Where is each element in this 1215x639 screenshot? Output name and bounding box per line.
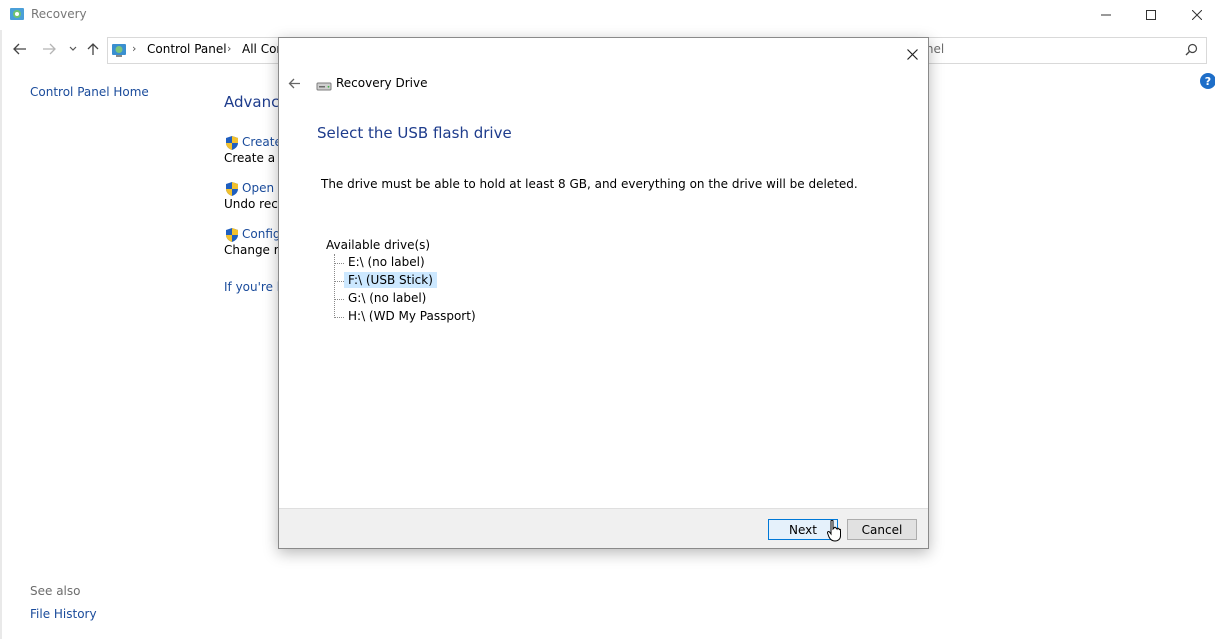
dialog-close-button[interactable] <box>900 42 924 66</box>
minimize-button[interactable] <box>1083 0 1129 30</box>
maximize-button[interactable] <box>1128 0 1174 30</box>
breadcrumb-separator: › <box>227 42 232 55</box>
breadcrumb-all-control-panel[interactable]: All Cor <box>242 42 281 56</box>
maximize-icon <box>1146 10 1156 20</box>
dialog-title: Recovery Drive <box>336 76 428 90</box>
arrow-right-icon <box>43 43 56 55</box>
help-icon[interactable]: ? <box>1200 73 1215 89</box>
drive-icon <box>316 82 332 91</box>
drive-tree-root: Available drive(s) <box>326 238 431 252</box>
tree-connector <box>334 317 344 318</box>
breadcrumb-control-panel[interactable]: Control Panel <box>147 42 227 56</box>
control-panel-icon <box>112 44 126 57</box>
control-panel-home-link[interactable]: Control Panel Home <box>30 85 149 99</box>
dialog-instruction: The drive must be able to hold at least … <box>321 177 858 191</box>
forward-button[interactable] <box>40 40 58 58</box>
close-window-button[interactable] <box>1174 0 1215 30</box>
uac-shield-icon <box>226 136 238 150</box>
uac-shield-icon <box>226 182 238 196</box>
window-left-edge <box>0 30 2 639</box>
search-icon <box>1185 43 1198 56</box>
window-title-bar: Recovery <box>0 0 1215 30</box>
tree-connector <box>334 263 344 264</box>
option-description: Undo rece <box>224 197 286 211</box>
dialog-back-button[interactable] <box>285 74 303 92</box>
file-history-link[interactable]: File History <box>30 607 97 621</box>
window-title: Recovery <box>31 7 87 21</box>
drive-label: H:\ (WD My Passport) <box>348 309 476 323</box>
arrow-left-icon <box>13 43 26 55</box>
troubleshooting-link[interactable]: If you're h <box>224 280 284 294</box>
option-link[interactable]: Create <box>242 135 282 149</box>
arrow-left-icon <box>288 78 300 88</box>
breadcrumb-separator: › <box>132 42 137 55</box>
tree-connector <box>334 299 344 300</box>
see-also-label: See also <box>30 584 81 598</box>
recent-locations-button[interactable] <box>64 40 82 58</box>
up-button[interactable] <box>84 40 102 58</box>
recovery-drive-dialog: Recovery Drive Select the USB flash driv… <box>278 37 929 549</box>
mouse-pointer-icon <box>827 520 841 542</box>
close-icon <box>906 48 918 60</box>
uac-shield-icon <box>226 228 238 242</box>
option-link[interactable]: Config <box>242 227 281 241</box>
option-description: Change re <box>224 243 286 257</box>
chevron-down-icon <box>69 46 77 51</box>
back-button[interactable] <box>11 40 29 58</box>
tree-connector <box>334 281 344 282</box>
dialog-heading: Select the USB flash drive <box>317 124 512 142</box>
minimize-icon <box>1101 14 1111 16</box>
arrow-up-icon <box>87 43 99 55</box>
drive-label: G:\ (no label) <box>348 291 427 305</box>
drive-label: F:\ (USB Stick) <box>344 272 437 288</box>
cancel-button[interactable]: Cancel <box>847 519 917 540</box>
close-icon <box>1192 10 1202 20</box>
drive-label: E:\ (no label) <box>348 255 425 269</box>
recovery-app-icon <box>10 8 24 20</box>
